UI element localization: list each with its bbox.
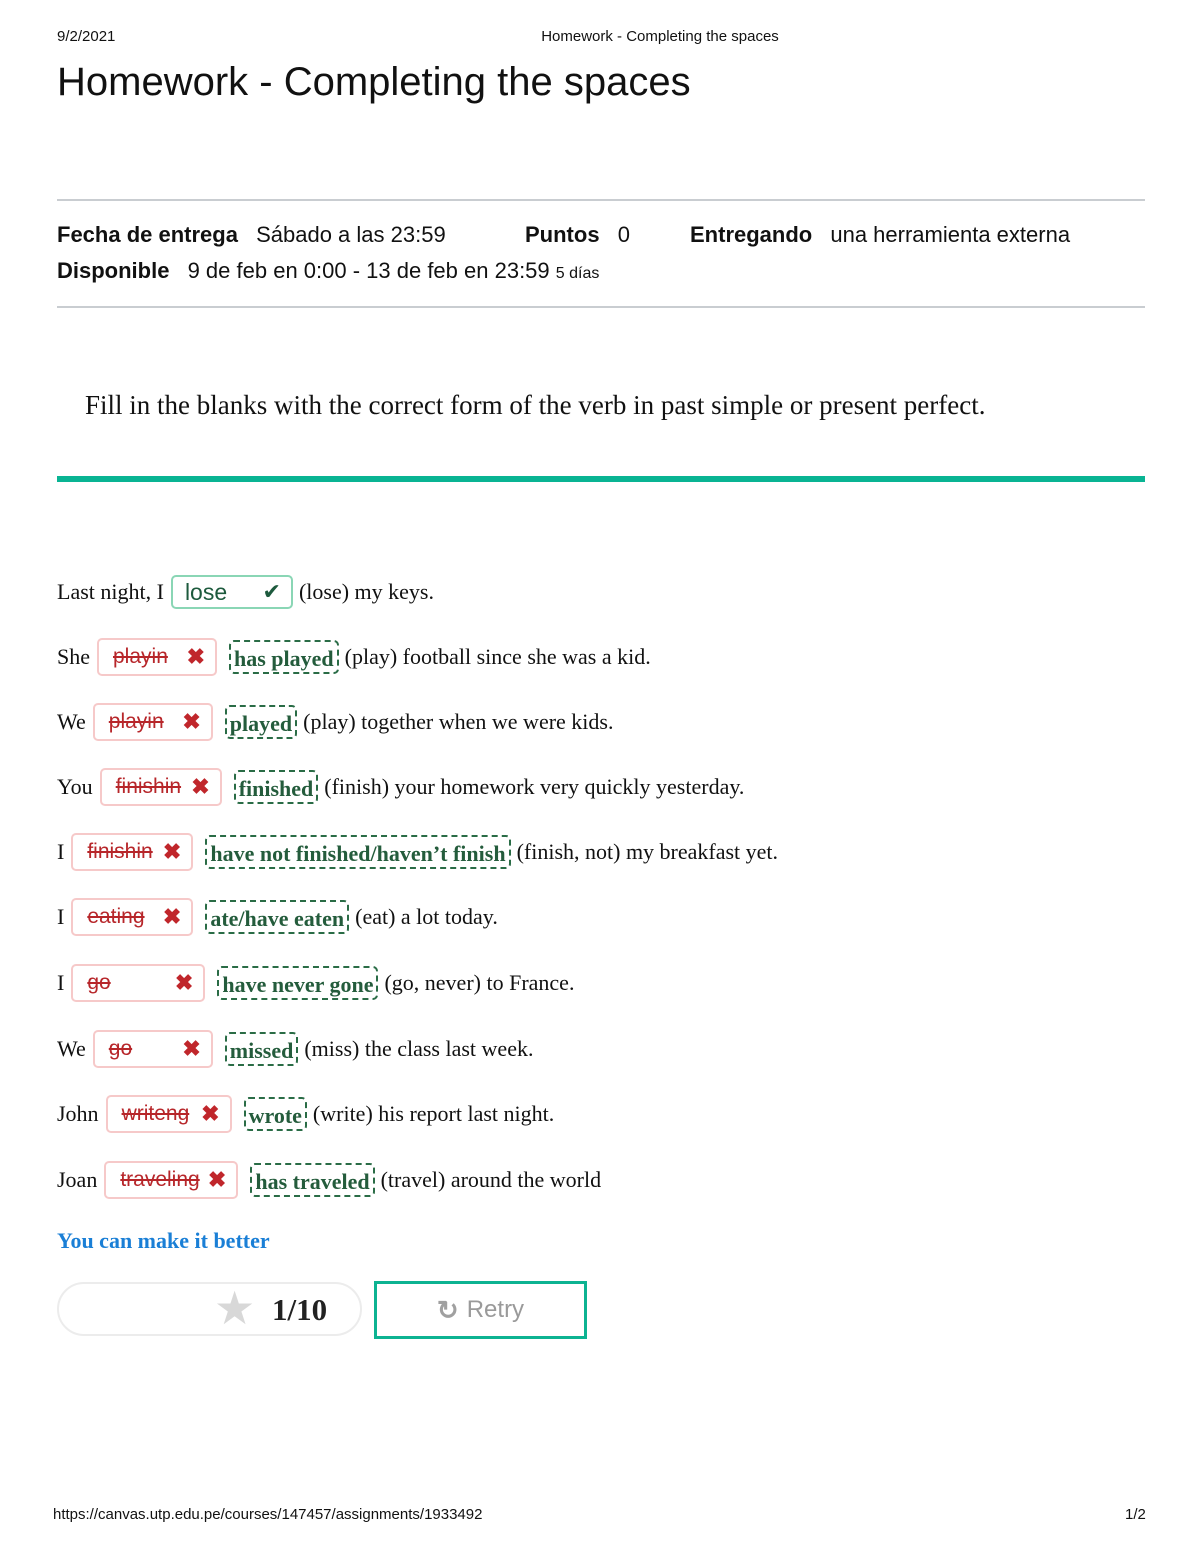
answer-input-wrong[interactable]: writeng ✖ (105, 1095, 232, 1133)
exercise-rest: (write) his report last night. (312, 1101, 555, 1126)
correct-answer: wrote (243, 1097, 307, 1131)
cross-icon: ✖ (182, 709, 201, 734)
answer-text: go (87, 971, 111, 994)
answer-text: traveling (120, 1168, 200, 1191)
answer-input-wrong[interactable]: finishin ✖ (99, 768, 222, 806)
retry-button[interactable]: ↻ Retry (374, 1281, 587, 1339)
exercise-row: Ifinishin ✖ have not finished/haven’t fini… (57, 832, 778, 872)
retry-label: Retry (466, 1296, 525, 1323)
correct-answer: played (224, 705, 298, 739)
exercise-row: She playin ✖ has played (play) football sinc… (57, 637, 651, 677)
correct-answer: have not finished/haven’t finish (205, 835, 511, 869)
exercise-prefix: We (57, 709, 86, 734)
correct-answer: has played (229, 640, 339, 674)
cross-icon: ✖ (186, 644, 205, 669)
exercise-row: Igo ✖ have never gone (go, never) to France… (57, 963, 574, 1003)
exercise-rest: (eat) a lot today. (355, 904, 498, 929)
exercise-row: Ieating ✖ ate/have eaten (eat) a lot today. (57, 897, 498, 937)
exercise-rest: (finish, not) my breakfast yet. (516, 839, 779, 864)
submitting-label: Entregando (690, 222, 813, 247)
submitting-value: una herramienta externa (830, 222, 1071, 247)
exercise-row: You finishin ✖ finished (finish) your homewo… (57, 767, 744, 807)
exercise-row: We go ✖ missed (miss) the class last week. (57, 1029, 533, 1069)
print-page-number: 1/2 (1125, 1506, 1146, 1523)
instruction-text: Fill in the blanks with the correct form… (85, 390, 986, 420)
exercise-rest: (play) football since she was a kid. (344, 644, 651, 669)
answer-text: writeng (121, 1102, 190, 1125)
answer-input-wrong[interactable]: traveling ✖ (104, 1161, 239, 1199)
answer-input-correct[interactable]: lose ✔ (170, 575, 293, 609)
exercise-prefix: Joan (57, 1167, 98, 1192)
answer-input-wrong[interactable]: eating ✖ (71, 898, 194, 936)
print-title: Homework - Completing the spaces (541, 28, 779, 45)
exercise-row: We playin ✖ played (play) together when we w… (57, 702, 613, 742)
cross-icon: ✖ (201, 1101, 220, 1126)
available-days: 5 días (555, 265, 600, 282)
print-header: 9/2/2021 Homework - Completing the space… (0, 28, 1200, 50)
print-url: https://canvas.utp.edu.pe/courses/147457… (53, 1506, 483, 1523)
page-title: Homework - Completing the spaces (57, 60, 691, 104)
answer-text: eating (87, 905, 145, 928)
exercise-prefix: I (57, 839, 65, 864)
points-label: Puntos (525, 222, 600, 247)
cross-icon: ✖ (182, 1036, 201, 1061)
exercise-prefix: I (57, 904, 65, 929)
answer-input-wrong[interactable]: finishin ✖ (71, 833, 194, 871)
answer-text: go (108, 1037, 133, 1060)
exercise-rest: (go, never) to France. (384, 970, 575, 995)
answer-input-wrong[interactable]: playin ✖ (97, 638, 217, 676)
divider (57, 199, 1145, 201)
checkmark-icon: ✔ (262, 579, 281, 604)
answer-text: finishin (87, 840, 153, 863)
cross-icon: ✖ (207, 1167, 227, 1192)
cross-icon: ✖ (174, 970, 194, 995)
correct-answer: ate/have eaten (205, 900, 350, 934)
exercise-row: John writeng ✖ wrote (write) his report last… (57, 1094, 554, 1134)
exercise-rest: (lose) my keys. (298, 579, 434, 604)
due-value: Sábado a las 23:59 (256, 222, 446, 247)
exercise-prefix: We (57, 1036, 86, 1061)
correct-answer: finished (233, 770, 319, 804)
accent-bar (57, 476, 1145, 482)
exercise-prefix: John (57, 1101, 99, 1126)
divider (57, 306, 1145, 308)
correct-answer: has traveled (250, 1163, 375, 1197)
cross-icon: ✖ (162, 839, 182, 864)
available-label: Disponible (57, 258, 170, 283)
exercise-prefix: You (57, 774, 93, 799)
answer-text: playin (113, 645, 168, 668)
correct-answer: have never gone (217, 966, 379, 1000)
answer-input-wrong[interactable]: playin ✖ (92, 703, 213, 741)
exercise-rest: (miss) the class last week. (304, 1036, 534, 1061)
exercise-prefix: I (57, 970, 65, 995)
score-display: ★ 1/10 (57, 1282, 362, 1336)
feedback-message: You can make it better (57, 1228, 270, 1253)
exercise-rest: (play) together when we were kids. (303, 709, 614, 734)
star-icon: ★ (214, 1283, 256, 1334)
answer-text: playin (108, 710, 164, 733)
answer-text: lose (184, 578, 228, 605)
exercise-prefix: Last night, I (57, 579, 164, 604)
answer-input-wrong[interactable]: go ✖ (92, 1030, 213, 1068)
exercise-rest: (travel) around the world (380, 1167, 602, 1192)
exercise-row: Last night, I lose ✔ (lose) my keys. (57, 572, 434, 612)
cross-icon: ✖ (191, 774, 210, 799)
correct-answer: missed (224, 1032, 299, 1066)
cross-icon: ✖ (162, 904, 182, 929)
score-value: 1/10 (272, 1292, 328, 1327)
exercise-rest: (finish) your homework very quickly yest… (324, 774, 745, 799)
answer-input-wrong[interactable]: go ✖ (71, 964, 206, 1002)
points-value: 0 (617, 222, 630, 247)
answer-text: finishin (115, 775, 182, 798)
exercise-prefix: She (57, 644, 90, 669)
retry-icon: ↻ (436, 1294, 459, 1325)
available-value: 9 de feb en 0:00 - 13 de feb en 23:59 (187, 258, 550, 283)
due-label: Fecha de entrega (57, 222, 238, 247)
exercise-row: Joan traveling ✖ has traveled (travel) aroun… (57, 1160, 601, 1200)
